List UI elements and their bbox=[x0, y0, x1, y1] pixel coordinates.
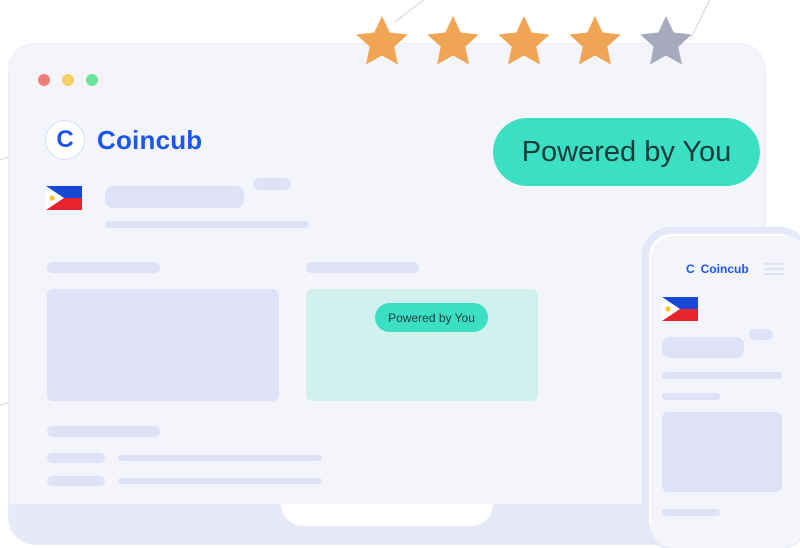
window-controls bbox=[38, 74, 98, 86]
tag-skeleton bbox=[253, 178, 291, 190]
star-filled-icon bbox=[498, 16, 550, 65]
section-label-skeleton bbox=[47, 262, 160, 273]
powered-by-you-badge[interactable]: Powered by You bbox=[493, 118, 760, 186]
close-window-button[interactable] bbox=[38, 74, 50, 86]
list-header-skeleton bbox=[47, 426, 160, 437]
coincub-logo-icon: C bbox=[686, 262, 695, 276]
star-empty-icon bbox=[640, 16, 692, 65]
highlight-card: Powered by You bbox=[306, 289, 538, 401]
philippines-flag-icon bbox=[662, 297, 698, 321]
phone-brand[interactable]: C Coincub bbox=[686, 262, 749, 276]
title-skeleton bbox=[105, 186, 244, 208]
hamburger-menu-icon[interactable] bbox=[764, 263, 784, 275]
list-item-skeleton bbox=[118, 478, 322, 484]
laptop-notch bbox=[281, 504, 493, 526]
phone-line-skeleton bbox=[662, 372, 782, 379]
content-card-skeleton bbox=[47, 289, 279, 401]
powered-by-you-tag[interactable]: Powered by You bbox=[375, 303, 488, 332]
list-item-skeleton bbox=[118, 455, 322, 461]
logo-letter: C bbox=[56, 126, 74, 153]
star-rating bbox=[352, 12, 696, 72]
star-filled-icon bbox=[427, 16, 479, 65]
phone-screen bbox=[651, 236, 800, 548]
list-item-skeleton bbox=[47, 476, 105, 486]
brand-name: Coincub bbox=[97, 124, 203, 155]
list-item-skeleton bbox=[47, 453, 105, 463]
phone-line-skeleton bbox=[662, 393, 720, 400]
philippines-flag-icon bbox=[46, 186, 82, 210]
brand[interactable]: C Coincub bbox=[45, 120, 202, 160]
phone-mockup: C Coincub bbox=[643, 228, 800, 548]
phone-card-skeleton bbox=[662, 412, 782, 492]
phone-title-skeleton bbox=[662, 337, 744, 358]
section-label-skeleton bbox=[306, 262, 419, 273]
subtitle-skeleton bbox=[105, 221, 309, 228]
star-filled-icon bbox=[356, 16, 408, 65]
star-filled-icon bbox=[569, 16, 621, 65]
coincub-logo-icon: C bbox=[45, 120, 85, 160]
zoom-window-button[interactable] bbox=[86, 74, 98, 86]
phone-line-skeleton bbox=[662, 509, 720, 516]
phone-tag-skeleton bbox=[749, 329, 773, 340]
phone-brand-name: Coincub bbox=[700, 262, 749, 276]
minimize-window-button[interactable] bbox=[62, 74, 74, 86]
